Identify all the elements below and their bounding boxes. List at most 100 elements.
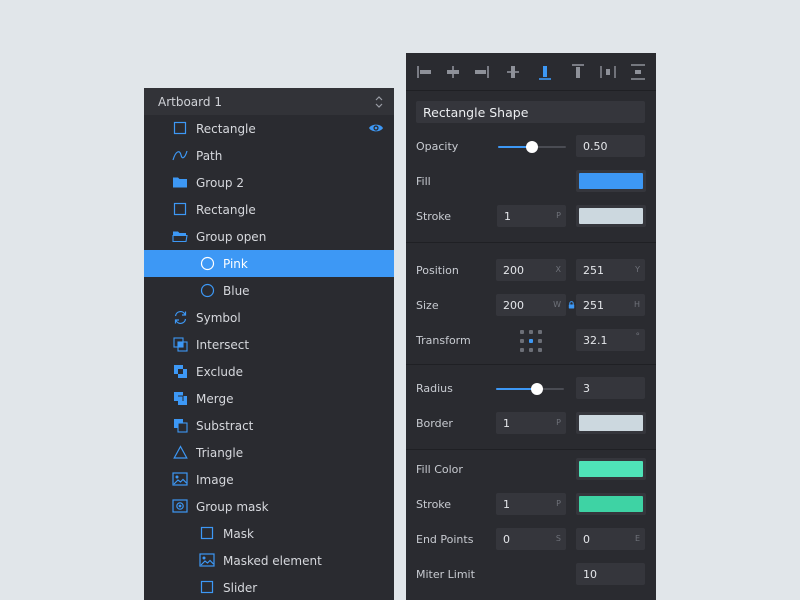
position-x-unit: X (555, 265, 561, 274)
stroke-width-value: 1 (504, 209, 511, 223)
origin-point[interactable] (529, 348, 533, 352)
layer-item[interactable]: Rectangle (144, 196, 394, 223)
origin-point[interactable] (520, 330, 524, 334)
position-label: Position (416, 264, 459, 277)
layer-item[interactable]: Group mask (144, 493, 394, 520)
fill-swatch (579, 173, 643, 189)
inspector-panel: Rectangle Shape Opacity 0.50 Fill Stroke… (406, 53, 656, 600)
opacity-slider[interactable] (498, 140, 566, 154)
origin-point[interactable] (520, 339, 524, 343)
chevron-updown-icon[interactable] (374, 94, 384, 110)
align-right-icon[interactable] (472, 63, 490, 81)
radius-value: 3 (583, 381, 590, 395)
layer-label: Group open (196, 229, 267, 244)
rotation-field[interactable]: 32.1 ° (576, 329, 645, 351)
size-h-unit: H (633, 300, 640, 309)
align-top-icon[interactable] (569, 63, 587, 81)
layer-label: Triangle (196, 445, 244, 460)
layer-label: Masked element (223, 553, 322, 568)
layer-item[interactable]: Path (144, 142, 394, 169)
position-y-unit: Y (635, 265, 640, 274)
layer-item[interactable]: Triangle (144, 439, 394, 466)
align-toolbar (406, 53, 656, 91)
layer-label: Pink (223, 256, 248, 271)
size-h-field[interactable]: 251 H (576, 294, 645, 316)
opacity-field[interactable]: 0.50 (576, 135, 645, 157)
fill-color-well-2[interactable] (576, 458, 646, 480)
miter-limit-value: 10 (583, 567, 597, 581)
origin-point[interactable] (538, 348, 542, 352)
align-center-v-icon[interactable] (504, 63, 522, 81)
transform-origin-grid[interactable] (520, 330, 542, 352)
layer-item[interactable]: Intersect (144, 331, 394, 358)
end-points-label: End Points (416, 533, 474, 546)
border-swatch (579, 415, 643, 431)
border-color-well[interactable] (576, 412, 646, 434)
position-y-field[interactable]: 251 Y (576, 259, 645, 281)
lock-icon[interactable] (568, 301, 575, 309)
radius-field[interactable]: 3 (576, 377, 645, 399)
folder-icon (172, 174, 188, 190)
origin-point[interactable] (529, 330, 533, 334)
layer-item[interactable]: Substract (144, 412, 394, 439)
radius-slider-knob[interactable] (530, 383, 543, 395)
layer-item[interactable]: Group open (144, 223, 394, 250)
artboard-header[interactable]: Artboard 1 (144, 88, 394, 115)
miter-limit-field[interactable]: 10 (576, 563, 645, 585)
eye-icon[interactable] (368, 121, 384, 135)
origin-point[interactable] (538, 330, 542, 334)
border-label: Border (416, 417, 453, 430)
intersect-icon (172, 336, 188, 352)
border-width-field[interactable]: 1 P (496, 412, 566, 434)
align-center-h-icon[interactable] (444, 63, 462, 81)
layer-item[interactable]: Mask (144, 520, 394, 547)
fill-color-well[interactable] (576, 170, 646, 192)
symbol-icon (172, 309, 188, 325)
layer-item[interactable]: Symbol (144, 304, 394, 331)
distribute-h-icon[interactable] (599, 63, 617, 81)
layer-item[interactable]: Exclude (144, 358, 394, 385)
layer-item[interactable]: Blue (144, 277, 394, 304)
layer-item[interactable]: Image (144, 466, 394, 493)
size-w-unit: W (553, 300, 561, 309)
stroke-color-well[interactable] (576, 205, 646, 227)
layer-item[interactable]: Masked element (144, 547, 394, 574)
end-points-end-value: 0 (583, 532, 590, 546)
layers-panel: Artboard 1 Rectangle Path Group 2 Rectangle… (144, 88, 394, 600)
layer-item[interactable]: Pink (144, 250, 394, 277)
stroke2-label: Stroke (416, 498, 452, 511)
layer-label: Blue (223, 283, 250, 298)
stroke-label: Stroke (416, 210, 452, 223)
stroke2-width-field[interactable]: 1 P (496, 493, 566, 515)
align-bottom-icon[interactable] (536, 63, 554, 81)
radius-slider[interactable] (496, 382, 564, 396)
stroke-width-field[interactable]: 1 P (497, 205, 566, 227)
subtract-icon (172, 417, 188, 433)
end-points-end-field[interactable]: 0 E (576, 528, 645, 550)
rotation-unit: ° (635, 332, 641, 342)
layer-label: Slider (223, 580, 258, 595)
image-icon (172, 471, 188, 487)
layer-item[interactable]: Rectangle (144, 115, 394, 142)
position-x-field[interactable]: 200 X (496, 259, 566, 281)
opacity-label: Opacity (416, 140, 459, 153)
origin-point[interactable] (529, 339, 533, 343)
size-w-field[interactable]: 200 W (496, 294, 566, 316)
opacity-slider-knob[interactable] (526, 141, 538, 153)
size-label: Size (416, 299, 439, 312)
fill-label: Fill (416, 175, 431, 188)
align-left-icon[interactable] (416, 63, 434, 81)
origin-point[interactable] (538, 339, 542, 343)
origin-point[interactable] (520, 348, 524, 352)
shape-name-field[interactable]: Rectangle Shape (416, 101, 645, 123)
folder-open-icon (172, 228, 188, 244)
layer-item[interactable]: Slider (144, 574, 394, 600)
rectangle-icon (172, 201, 188, 217)
distribute-v-icon[interactable] (629, 63, 647, 81)
end-points-start-field[interactable]: 0 S (496, 528, 566, 550)
layer-label: Path (196, 148, 223, 163)
layer-item[interactable]: Group 2 (144, 169, 394, 196)
layer-label: Merge (196, 391, 234, 406)
layer-item[interactable]: Merge (144, 385, 394, 412)
stroke2-color-well[interactable] (576, 493, 646, 515)
